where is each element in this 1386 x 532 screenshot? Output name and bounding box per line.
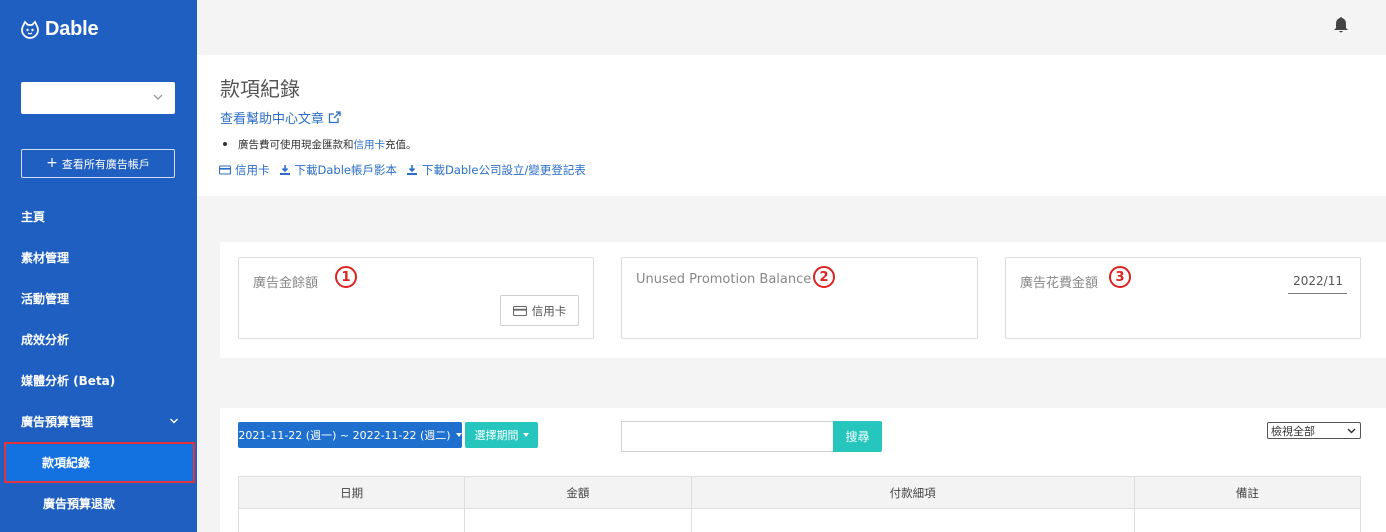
select-period-button[interactable]: 選擇期間 <box>465 422 538 448</box>
download-icon <box>406 165 417 175</box>
table-cell <box>464 508 692 532</box>
sidebar-item-label: 主頁 <box>21 210 46 224</box>
sidebar-item-label: 廣告預算退款 <box>43 497 116 511</box>
external-link-icon <box>328 111 341 124</box>
view-filter-value: 檢視全部 <box>1271 424 1315 438</box>
payment-note: 廣告費可使用現金匯款和信用卡充值。 <box>223 137 417 152</box>
sidebar-item-label: 款項紀錄 <box>42 456 91 470</box>
sidebar-item-performance[interactable]: 成效分析 <box>0 319 197 360</box>
promotion-balance-label: Unused Promotion Balance <box>636 272 812 287</box>
search-button[interactable]: 搜尋 <box>833 421 882 452</box>
view-filter-select[interactable]: 檢視全部 <box>1267 422 1361 439</box>
brand-name: Dable <box>45 18 99 40</box>
credit-card-icon <box>219 165 231 175</box>
help-center-link[interactable]: 查看幫助中心文章 <box>220 108 341 127</box>
sidebar-item-label: 媒體分析 (Beta) <box>21 374 116 388</box>
download-account-copy-label: 下載Dable帳戶影本 <box>294 163 397 177</box>
sidebar: Dable + 查看所有廣告帳戶 主頁 素材管理 活動管理 成效分析 媒體分析 … <box>0 0 197 532</box>
page-title: 款項紀錄 <box>220 77 300 101</box>
note-text-highlight: 信用卡 <box>353 139 386 151</box>
sidebar-item-budget-refund[interactable]: 廣告預算退款 <box>0 483 197 524</box>
chevron-down-icon <box>153 94 163 100</box>
sidebar-item-media-analysis[interactable]: 媒體分析 (Beta) <box>0 360 197 401</box>
download-company-registration-label: 下載Dable公司設立/變更登記表 <box>421 163 586 177</box>
caret-down-icon <box>455 433 462 437</box>
date-range-button[interactable]: 2021-11-22 (週一) ~ 2022-11-22 (週二) <box>238 422 462 448</box>
note-text-prefix: 廣告費可使用現金匯款和 <box>238 139 354 151</box>
bell-icon[interactable] <box>1333 16 1349 34</box>
sidebar-item-label: 成效分析 <box>21 333 70 347</box>
view-all-accounts-button[interactable]: + 查看所有廣告帳戶 <box>21 149 175 178</box>
caret-down-icon <box>522 433 529 437</box>
column-header-amount[interactable]: 金額 <box>464 476 692 509</box>
search-input[interactable] <box>621 421 834 452</box>
credit-card-link[interactable]: 信用卡 <box>219 162 270 178</box>
column-header-notes[interactable]: 備註 <box>1133 476 1362 509</box>
table-row <box>237 508 1362 532</box>
sidebar-item-budget[interactable]: 廣告預算管理 <box>0 401 197 442</box>
month-select[interactable]: 2022/11 <box>1288 274 1347 294</box>
sidebar-item-label: 活動管理 <box>21 292 70 306</box>
select-period-label: 選擇期間 <box>474 429 519 442</box>
promotion-balance-card: Unused Promotion Balance 2 <box>621 257 978 339</box>
annotation-marker-3: 3 <box>1109 266 1131 288</box>
ad-spend-card: 廣告花費金額 3 2022/11 <box>1005 257 1361 339</box>
help-center-link-label: 查看幫助中心文章 <box>220 112 325 127</box>
table-header-row: 日期 金額 付款細項 備註 <box>237 476 1362 509</box>
date-range-label: 2021-11-22 (週一) ~ 2022-11-22 (週二) <box>238 429 451 442</box>
sidebar-item-creatives[interactable]: 素材管理 <box>0 237 197 278</box>
account-select[interactable] <box>21 82 175 114</box>
ad-balance-label: 廣告金餘額 <box>253 276 319 291</box>
download-account-copy-link[interactable]: 下載Dable帳戶影本 <box>279 162 397 178</box>
note-text-suffix: 充值。 <box>385 139 417 151</box>
annotation-marker-1: 1 <box>335 266 357 288</box>
sidebar-item-label: 廣告預算管理 <box>21 415 94 429</box>
column-header-date[interactable]: 日期 <box>237 476 466 509</box>
view-all-accounts-label: 查看所有廣告帳戶 <box>61 157 150 171</box>
table-cell <box>690 508 1135 532</box>
topbar <box>197 0 1386 55</box>
column-header-payment-details[interactable]: 付款細項 <box>690 476 1135 509</box>
bullet <box>223 142 227 146</box>
page-header: 款項紀錄 查看幫助中心文章 廣告費可使用現金匯款和信用卡充值。 信用卡 下載Da… <box>197 55 1386 196</box>
dable-logo[interactable]: Dable <box>20 18 99 41</box>
credit-card-link-label: 信用卡 <box>235 163 270 177</box>
credit-card-button[interactable]: 信用卡 <box>500 295 579 326</box>
sidebar-item-label: 素材管理 <box>21 251 70 265</box>
chevron-down-icon <box>1347 428 1356 434</box>
ad-balance-card: 廣告金餘額 1 信用卡 <box>238 257 594 339</box>
download-links: 信用卡 下載Dable帳戶影本 下載Dable公司設立/變更登記表 <box>219 162 586 178</box>
credit-card-icon <box>512 305 527 316</box>
records-panel: 2021-11-22 (週一) ~ 2022-11-22 (週二) 選擇期間 搜… <box>220 408 1386 532</box>
download-company-registration-link[interactable]: 下載Dable公司設立/變更登記表 <box>406 162 586 178</box>
credit-card-button-label: 信用卡 <box>531 303 567 318</box>
plus-icon: + <box>46 155 58 171</box>
dable-logo-icon <box>21 19 39 39</box>
chevron-down-icon <box>170 418 178 424</box>
sidebar-menu: 主頁 素材管理 活動管理 成效分析 媒體分析 (Beta) 廣告預算管理 款項紀… <box>0 196 197 524</box>
table-cell <box>1133 508 1362 532</box>
sidebar-item-payment-records[interactable]: 款項紀錄 <box>4 442 195 483</box>
balance-panel: 廣告金餘額 1 信用卡 Unused Promotion Balance 2 廣… <box>220 242 1386 358</box>
table-cell <box>237 508 466 532</box>
ad-spend-label: 廣告花費金額 <box>1020 276 1099 291</box>
sidebar-item-campaigns[interactable]: 活動管理 <box>0 278 197 319</box>
annotation-marker-2: 2 <box>813 266 835 288</box>
download-icon <box>279 165 290 175</box>
payment-records-table: 日期 金額 付款細項 備註 <box>237 476 1362 532</box>
sidebar-item-home[interactable]: 主頁 <box>0 196 197 237</box>
